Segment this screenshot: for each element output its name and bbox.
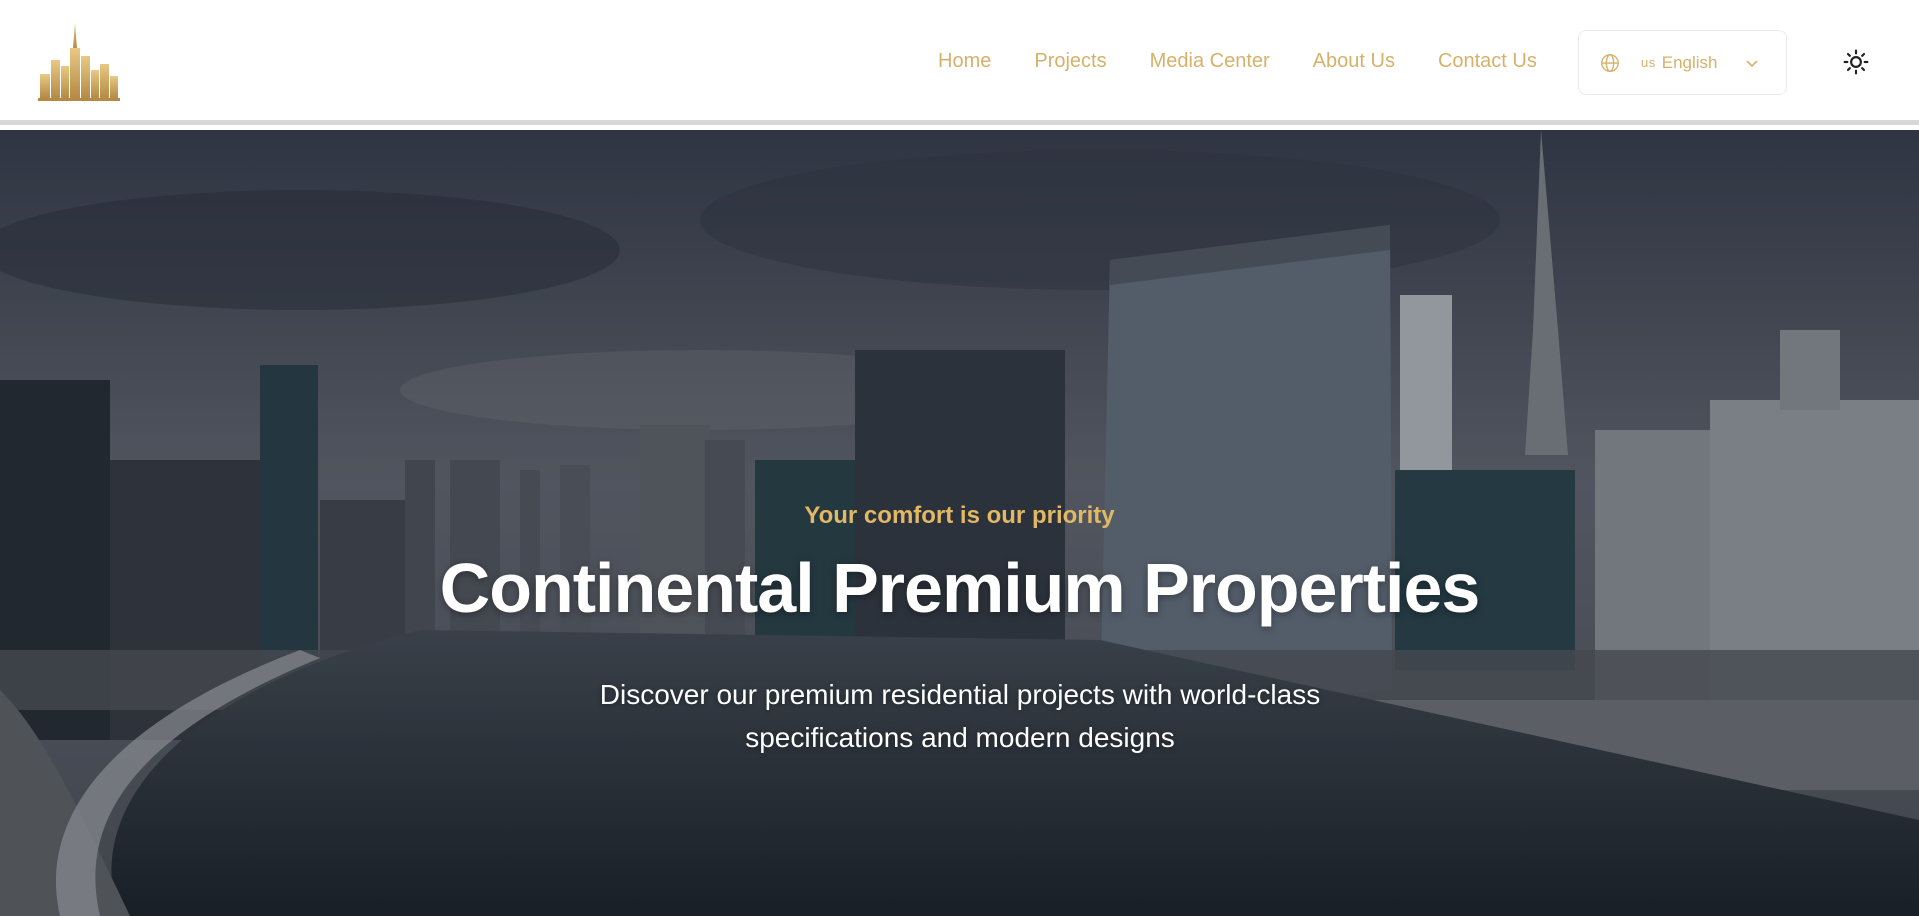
nav-home[interactable]: Home xyxy=(938,46,991,76)
site-header: Home Projects Media Center About Us Cont… xyxy=(0,0,1919,125)
hero-title: Continental Premium Properties xyxy=(439,549,1481,627)
nav-about-us[interactable]: About Us xyxy=(1313,46,1395,76)
hero-kicker: Your comfort is our priority xyxy=(804,502,1115,529)
nav-projects[interactable]: Projects xyxy=(1034,46,1106,76)
main-nav: Home Projects Media Center About Us Cont… xyxy=(938,46,1537,76)
language-selector[interactable]: us English xyxy=(1578,30,1787,95)
sun-icon[interactable] xyxy=(1843,49,1869,75)
nav-media-center[interactable]: Media Center xyxy=(1150,46,1270,76)
nav-contact-us[interactable]: Contact Us xyxy=(1438,46,1537,76)
chevron-down-icon xyxy=(1746,60,1758,68)
language-label: English xyxy=(1661,52,1718,72)
language-flag: us xyxy=(1641,55,1656,70)
hero-section: Your comfort is our priority Continental… xyxy=(0,130,1919,916)
hero-subtitle: Discover our premium residential project… xyxy=(599,679,1321,753)
skyline-logo-icon[interactable] xyxy=(38,20,120,102)
globe-icon xyxy=(1601,53,1619,72)
